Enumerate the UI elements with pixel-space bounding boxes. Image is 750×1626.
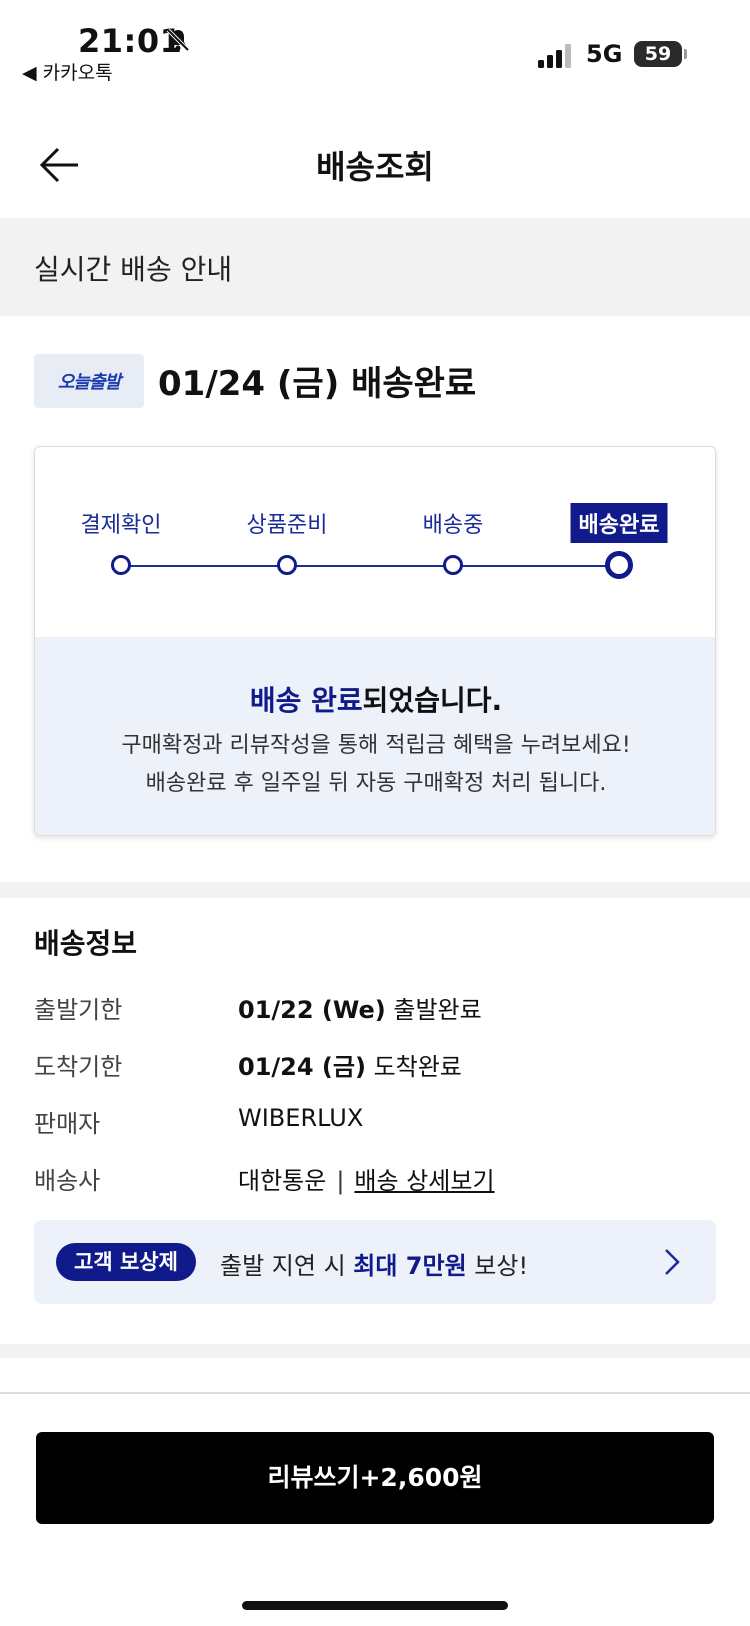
progress-track — [121, 565, 619, 567]
message-title: 배송 완료되었습니다. — [35, 679, 715, 719]
cellular-signal-icon — [538, 44, 571, 68]
bell-muted-icon — [166, 28, 190, 52]
delivery-headline: 01/24 (금) 배송완료 — [158, 364, 477, 404]
status-bar: 21:01 ◀ 카카오톡 5G 59 — [0, 0, 750, 90]
step-preparing: 상품준비 — [246, 513, 328, 538]
battery-indicator: 59 — [634, 41, 682, 67]
shipping-detail-link[interactable]: 배송 상세보기 — [354, 1167, 494, 1195]
departure-status: 출발완료 — [385, 996, 482, 1024]
chevron-right-icon — [665, 1249, 680, 1275]
departure-date: 01/22 (We) — [238, 996, 386, 1024]
page-title: 배송조회 — [316, 148, 434, 186]
departure-deadline-value: 01/22 (We) 출발완료 — [238, 990, 482, 1025]
step-delivered: 배송완료 — [570, 503, 668, 543]
promo-text-highlight: 최대 7만원 — [353, 1252, 467, 1280]
step-dot-4-active — [605, 551, 633, 579]
arrival-deadline-label: 도착기한 — [34, 1053, 123, 1081]
delivery-status-card: 결제확인 상품준비 배송중 배송완료 배송 완료되었습니다. 구매확정과 리뷰작… — [34, 446, 716, 836]
compensation-promo-banner[interactable]: 고객 보상제 출발 지연 시 최대 7만원 보상! — [34, 1220, 716, 1304]
today-departure-badge-label: 오늘출발 — [57, 372, 121, 393]
write-review-button[interactable]: 리뷰쓰기+2,600원 — [36, 1432, 714, 1524]
message-line-2: 배송완료 후 일주일 뒤 자동 구매확정 처리 됩니다. — [145, 771, 607, 796]
carrier-value: 대한통운 | 배송 상세보기 — [238, 1161, 495, 1196]
promo-text-post: 보상! — [466, 1252, 529, 1280]
section-divider — [0, 882, 750, 898]
promo-text: 출발 지연 시 최대 7만원 보상! — [220, 1246, 528, 1281]
carrier-separator: | — [336, 1167, 345, 1195]
home-indicator[interactable] — [242, 1601, 508, 1610]
realtime-info-text: 실시간 배송 안내 — [34, 253, 233, 286]
departure-deadline-label: 출발기한 — [34, 996, 123, 1024]
message-title-accent: 배송 완료 — [249, 684, 363, 717]
shipping-info-title: 배송정보 — [34, 927, 138, 960]
arrival-date: 01/24 (금) — [238, 1053, 366, 1081]
battery-cap — [684, 49, 687, 59]
today-departure-badge: 오늘출발 — [34, 354, 144, 408]
message-line-1: 구매확정과 리뷰작성을 통해 적립금 혜택을 누려보세요! — [121, 733, 631, 758]
step-payment-confirmed: 결제확인 — [80, 513, 162, 538]
message-title-rest: 되었습니다. — [362, 684, 503, 717]
carrier-label: 배송사 — [34, 1167, 101, 1195]
carrier-name: 대한통운 — [238, 1167, 327, 1195]
network-type: 5G — [586, 40, 623, 68]
arrival-status: 도착완료 — [365, 1053, 462, 1081]
delivery-complete-message: 배송 완료되었습니다. 구매확정과 리뷰작성을 통해 적립금 혜택을 누려보세요… — [35, 637, 715, 835]
nav-bar: 배송조회 — [0, 120, 750, 210]
realtime-info-band: 실시간 배송 안내 — [0, 218, 750, 316]
compensation-badge: 고객 보상제 — [56, 1243, 196, 1281]
step-dot-2 — [277, 555, 297, 575]
step-in-transit: 배송중 — [422, 513, 484, 538]
seller-label: 판매자 — [34, 1110, 101, 1138]
step-dot-3 — [443, 555, 463, 575]
section-divider-2 — [0, 1344, 750, 1358]
back-to-app-link[interactable]: ◀ 카카오톡 — [22, 58, 113, 85]
seller-value: WIBERLUX — [238, 1104, 364, 1132]
bottom-bar-border — [0, 1392, 750, 1394]
arrival-deadline-value: 01/24 (금) 도착완료 — [238, 1047, 462, 1082]
promo-text-pre: 출발 지연 시 — [220, 1252, 354, 1280]
step-dot-1 — [111, 555, 131, 575]
